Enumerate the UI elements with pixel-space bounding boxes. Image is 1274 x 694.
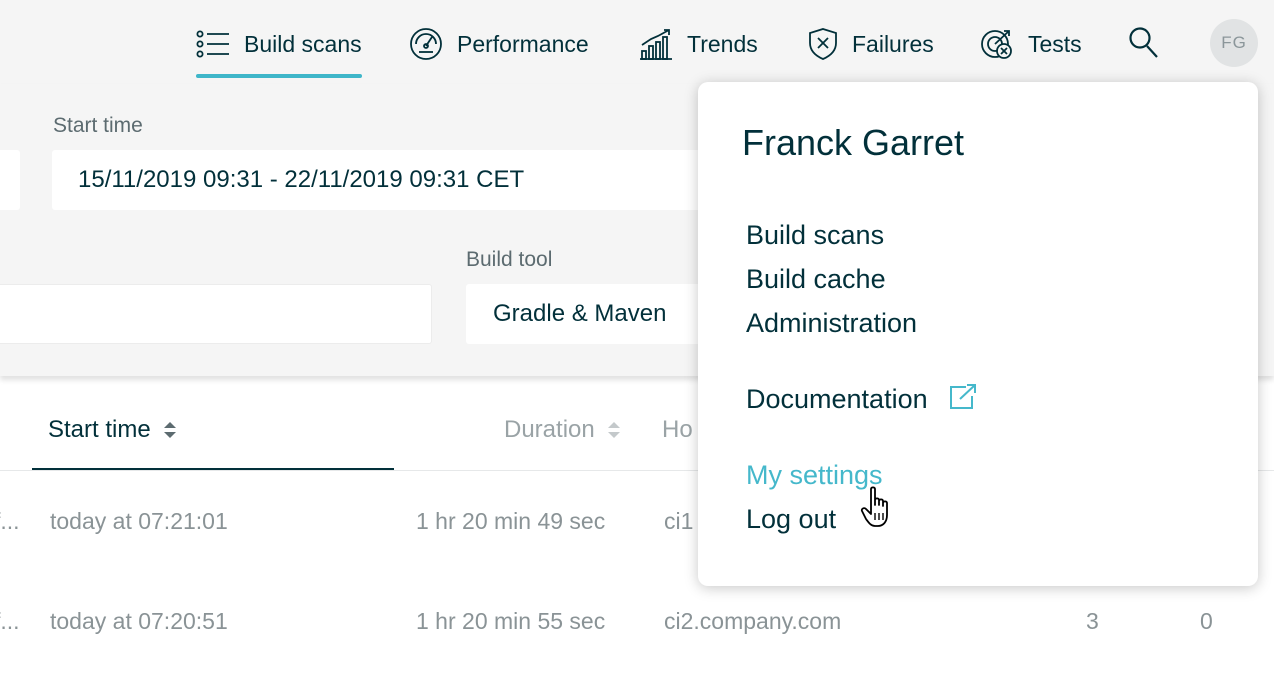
external-link-icon xyxy=(950,384,977,409)
menu-item-build-cache[interactable]: Build cache xyxy=(746,264,886,295)
speedometer-icon xyxy=(410,28,442,60)
count-cell: 0 xyxy=(1200,608,1213,634)
menu-item-administration[interactable]: Administration xyxy=(746,308,917,339)
host-cell: ci2.company.com xyxy=(664,608,842,634)
menu-item-build-scans[interactable]: Build scans xyxy=(746,220,884,251)
avatar[interactable]: FG xyxy=(1210,19,1258,67)
column-header-label: Start time xyxy=(48,416,151,443)
column-header-label: Duration xyxy=(504,416,595,443)
search-icon[interactable] xyxy=(1128,26,1160,60)
filter-input[interactable] xyxy=(0,284,432,344)
row-lead-cell: f... xyxy=(0,508,20,534)
start-time-input[interactable]: 15/11/2019 09:31 - 22/11/2019 09:31 CET xyxy=(52,150,712,210)
documentation-label: Documentation xyxy=(746,384,928,414)
sort-icon xyxy=(163,422,176,438)
nav-label: Trends xyxy=(687,30,758,57)
column-header-start-time[interactable]: Start time xyxy=(48,416,177,444)
build-tool-label: Build tool xyxy=(466,248,553,271)
top-navigation: Build scans Performance Trends Failures xyxy=(0,0,1274,84)
bar-chart-icon xyxy=(640,29,672,60)
start-time-cell: today at 07:21:01 xyxy=(50,508,228,534)
duration-cell: 1 hr 20 min 49 sec xyxy=(416,508,606,534)
menu-item-log-out[interactable]: Log out xyxy=(746,504,836,535)
row-lead-cell: f... xyxy=(0,608,20,634)
start-time-cell: today at 07:20:51 xyxy=(50,608,228,634)
nav-label: Failures xyxy=(852,30,934,57)
column-header-duration[interactable]: Duration xyxy=(504,416,621,444)
column-header-label: Ho xyxy=(662,416,693,443)
hand-cursor-icon xyxy=(860,486,888,527)
host-cell: ci1 xyxy=(664,508,694,534)
user-menu: Franck Garret Build scans Build cache Ad… xyxy=(698,82,1258,586)
target-x-icon xyxy=(981,30,1012,59)
start-time-label: Start time xyxy=(53,114,143,137)
build-tool-select[interactable]: Gradle & Maven xyxy=(466,284,712,344)
shield-x-icon xyxy=(809,28,837,60)
sort-icon xyxy=(607,422,620,438)
nav-failures[interactable]: Failures xyxy=(808,22,934,66)
count-cell: 3 xyxy=(1086,608,1099,634)
nav-build-scans[interactable]: Build scans xyxy=(196,22,362,78)
left-filter-field[interactable] xyxy=(0,150,20,210)
nav-label: Tests xyxy=(1028,30,1082,57)
nav-performance[interactable]: Performance xyxy=(409,22,589,66)
nav-label: Build scans xyxy=(244,30,362,57)
user-name: Franck Garret xyxy=(742,122,965,163)
nav-label: Performance xyxy=(457,30,589,57)
menu-item-documentation[interactable]: Documentation xyxy=(746,384,977,415)
list-icon xyxy=(196,30,229,58)
column-header-host[interactable]: Ho xyxy=(662,416,693,444)
nav-trends[interactable]: Trends xyxy=(639,22,758,66)
duration-cell: 1 hr 20 min 55 sec xyxy=(416,608,606,634)
nav-tests[interactable]: Tests xyxy=(980,22,1082,66)
